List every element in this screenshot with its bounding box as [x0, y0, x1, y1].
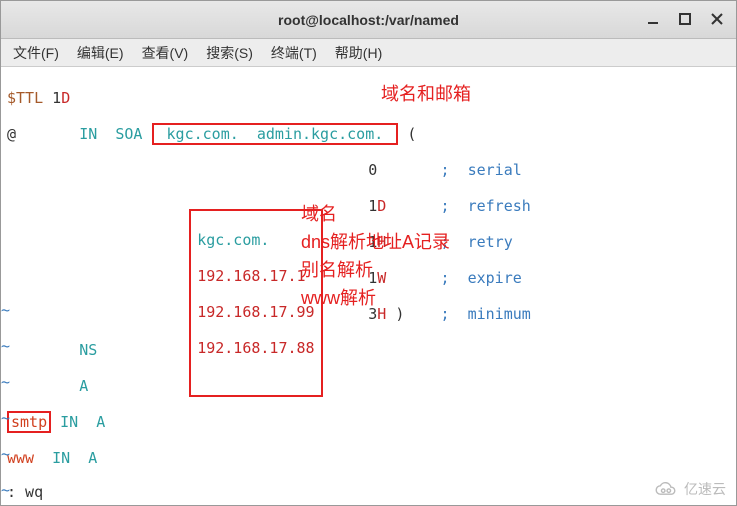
serial-n: 0: [368, 161, 377, 179]
ttl-unit: D: [61, 89, 70, 107]
vim-tilde: ~: [1, 373, 37, 391]
ip2: 192.168.17.99: [197, 303, 314, 321]
ttl-num: 1: [52, 89, 61, 107]
vim-command-line[interactable]: : wq: [7, 483, 43, 501]
ns-val: kgc.com.: [197, 231, 269, 249]
in-2: IN: [60, 413, 78, 431]
ttl-keyword: $TTL: [7, 89, 43, 107]
menu-edit[interactable]: 编辑(E): [69, 41, 132, 65]
origin: @: [7, 125, 16, 143]
vim-tilde: ~: [1, 301, 37, 319]
paren-close: ): [395, 305, 404, 323]
min-u: H: [377, 305, 386, 323]
menu-search[interactable]: 搜索(S): [198, 41, 261, 65]
menu-help[interactable]: 帮助(H): [327, 41, 390, 65]
a-3: A: [88, 449, 97, 467]
soa-domain-box: kgc.com. admin.kgc.com.: [152, 123, 399, 145]
c-retry: ; retry: [440, 233, 512, 251]
in-3: IN: [52, 449, 70, 467]
vim-tilde: ~: [1, 409, 37, 427]
watermark: 亿速云: [652, 481, 726, 499]
c-serial: ; serial: [440, 161, 521, 179]
in-1: IN: [79, 125, 97, 143]
ip1: 192.168.17.1: [197, 267, 305, 285]
soa-domain: kgc.com.: [167, 125, 239, 143]
values-box: kgc.com. 192.168.17.1 192.168.17.99 192.…: [141, 191, 323, 415]
soa-admin: admin.kgc.com.: [257, 125, 383, 143]
refresh-n: 1: [368, 197, 377, 215]
menubar: 文件(F) 编辑(E) 查看(V) 搜索(S) 终端(T) 帮助(H): [1, 39, 736, 67]
watermark-text: 亿速云: [684, 481, 726, 499]
paren-open: (: [407, 125, 416, 143]
c-refresh: ; refresh: [440, 197, 530, 215]
terminal-window: root@localhost:/var/named 文件(F) 编辑(E) 查看…: [0, 0, 737, 506]
ns: NS: [79, 341, 97, 359]
maximize-button[interactable]: [670, 5, 700, 33]
expire-u: W: [377, 269, 386, 287]
a-1: A: [79, 377, 88, 395]
minimize-button[interactable]: [638, 5, 668, 33]
a-2: A: [96, 413, 105, 431]
close-button[interactable]: [702, 5, 732, 33]
annot-alias: 别名解析: [301, 261, 373, 279]
menu-file[interactable]: 文件(F): [5, 41, 67, 65]
terminal-area[interactable]: $TTL 1D @ IN SOA kgc.com. admin.kgc.com.…: [1, 67, 736, 505]
annot-domain-email: 域名和邮箱: [381, 85, 471, 103]
c-min: ; minimum: [440, 305, 530, 323]
annot-www: www解析: [301, 289, 376, 307]
window-controls: [638, 5, 732, 33]
titlebar: root@localhost:/var/named: [1, 1, 736, 39]
refresh-u: D: [377, 197, 386, 215]
c-expire: ; expire: [440, 269, 521, 287]
ip3: 192.168.17.88: [197, 339, 314, 357]
window-title: root@localhost:/var/named: [278, 12, 459, 28]
annot-dns-a: dns解析地址A记录: [301, 233, 450, 251]
menu-view[interactable]: 查看(V): [134, 41, 197, 65]
cloud-icon: [652, 481, 680, 499]
annot-domain: 域名: [301, 205, 337, 223]
vim-tilde: ~: [1, 337, 37, 355]
soa: SOA: [115, 125, 142, 143]
vim-empty-lines: ~ ~ ~ ~ ~ ~ ~ ~ ~ ~: [1, 283, 37, 505]
vim-tilde: ~: [1, 445, 37, 463]
menu-terminal[interactable]: 终端(T): [263, 41, 325, 65]
